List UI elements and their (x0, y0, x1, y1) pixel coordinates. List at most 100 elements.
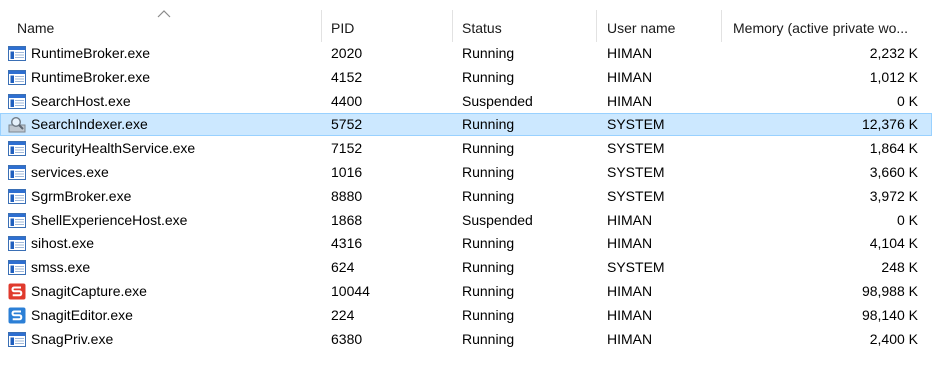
process-pid: 6380 (331, 330, 363, 347)
process-memory: 0 K (896, 211, 918, 228)
column-header-user-name[interactable]: User name (607, 18, 717, 38)
table-row[interactable]: RuntimeBroker.exe 2020 Running HIMAN 2,232 K (0, 42, 932, 65)
app-window-icon (8, 45, 26, 62)
app-window-icon (8, 69, 26, 86)
table-row[interactable]: ShellExperienceHost.exe 1868 Suspended HIMA… (0, 209, 932, 232)
process-status: Running (462, 68, 515, 85)
app-window-icon (8, 259, 26, 276)
process-memory: 98,140 K (861, 306, 918, 323)
process-pid: 10044 (331, 283, 370, 299)
process-memory: 248 K (881, 259, 918, 276)
process-user-name: HIMAN (607, 68, 653, 85)
process-status: Suspended (462, 211, 533, 228)
process-name: ShellExperienceHost.exe (31, 211, 188, 228)
process-status: Running (462, 306, 515, 323)
process-name: SnagitEditor.exe (31, 306, 133, 323)
column-resize-handle-name[interactable] (321, 10, 322, 42)
process-pid: 224 (331, 306, 355, 323)
column-header-name[interactable]: Name (17, 18, 317, 38)
table-row[interactable]: SearchHost.exe 4400 Suspended HIMAN 0 K (0, 90, 932, 113)
process-memory: 2,232 K (869, 45, 918, 61)
search-indexer-icon (8, 116, 26, 133)
process-name: sihost.exe (31, 235, 95, 252)
list-bottom-edge (0, 352, 932, 374)
process-user-name: SYSTEM (607, 140, 665, 157)
process-memory: 1,012 K (869, 68, 918, 85)
process-name: RuntimeBroker.exe (31, 45, 151, 61)
process-memory: 98,988 K (861, 283, 918, 299)
process-user-name: HIMAN (607, 235, 653, 252)
process-status: Running (462, 45, 515, 61)
process-pid: 7152 (331, 140, 363, 157)
column-resize-handle-pid[interactable] (452, 10, 453, 42)
table-row[interactable]: SnagPriv.exe 6380 Running HIMAN 2,400 K (0, 328, 932, 351)
snagit-capture-icon (8, 283, 26, 300)
process-name: services.exe (31, 164, 109, 180)
snagit-editor-icon (8, 307, 26, 324)
app-window-icon (8, 93, 26, 110)
process-memory: 3,972 K (869, 187, 918, 204)
process-pid: 5752 (331, 116, 363, 133)
process-name: RuntimeBroker.exe (31, 68, 151, 85)
table-row[interactable]: smss.exe 624 Running SYSTEM 248 K (0, 256, 932, 279)
process-pid: 2020 (331, 45, 363, 61)
app-window-icon (8, 188, 26, 205)
process-name: SecurityHealthService.exe (31, 140, 196, 157)
app-window-icon (8, 140, 26, 157)
process-user-name: SYSTEM (607, 259, 665, 276)
process-pid: 4316 (331, 235, 363, 252)
process-pid: 4400 (331, 92, 363, 109)
table-row[interactable]: SgrmBroker.exe 8880 Running SYSTEM 3,972 K (0, 185, 932, 208)
process-memory: 12,376 K (861, 116, 918, 133)
process-name: SearchHost.exe (31, 92, 131, 109)
process-status: Suspended (462, 92, 533, 109)
process-memory: 1,864 K (869, 140, 918, 157)
process-user-name: SYSTEM (607, 187, 665, 204)
process-status: Running (462, 330, 515, 347)
process-user-name: HIMAN (607, 283, 653, 299)
process-status: Running (462, 140, 515, 157)
column-header-pid[interactable]: PID (331, 18, 451, 38)
column-header-status[interactable]: Status (462, 18, 592, 38)
process-name: SgrmBroker.exe (31, 187, 132, 204)
process-user-name: SYSTEM (607, 116, 665, 133)
table-row[interactable]: SnagitCapture.exe 10044 Running HIMAN 98,988… (0, 280, 932, 303)
process-user-name: HIMAN (607, 211, 653, 228)
column-resize-handle-user-name[interactable] (721, 10, 722, 42)
process-memory: 4,104 K (869, 235, 918, 252)
process-pid: 1016 (331, 164, 363, 180)
table-row[interactable]: RuntimeBroker.exe 4152 Running HIMAN 1,012 K (0, 66, 932, 89)
process-name: SearchIndexer.exe (31, 116, 148, 133)
process-user-name: HIMAN (607, 45, 653, 61)
process-pid: 1868 (331, 211, 363, 228)
process-memory: 2,400 K (869, 330, 918, 347)
process-user-name: HIMAN (607, 92, 653, 109)
sort-up-chevron-icon[interactable] (157, 10, 171, 18)
process-details-table: Name PID Status User name Memory (active… (0, 0, 932, 374)
process-status: Running (462, 283, 515, 299)
process-status: Running (462, 116, 515, 133)
process-memory: 0 K (896, 92, 918, 109)
process-name: SnagitCapture.exe (31, 283, 147, 299)
process-status: Running (462, 187, 515, 204)
column-header-row: Name PID Status User name Memory (active… (0, 10, 932, 42)
app-window-icon (8, 331, 26, 348)
process-user-name: HIMAN (607, 306, 653, 323)
app-window-icon (8, 212, 26, 229)
process-pid: 8880 (331, 187, 363, 204)
app-window-icon (8, 164, 26, 181)
column-header-memory[interactable]: Memory (active private wo... (733, 18, 931, 38)
process-name: SnagPriv.exe (31, 330, 114, 347)
column-resize-handle-status[interactable] (596, 10, 597, 42)
table-row[interactable]: sihost.exe 4316 Running HIMAN 4,104 K (0, 232, 932, 255)
process-pid: 4152 (331, 68, 363, 85)
table-row[interactable]: services.exe 1016 Running SYSTEM 3,660 K (0, 161, 932, 184)
process-status: Running (462, 164, 515, 180)
table-row[interactable]: SnagitEditor.exe 224 Running HIMAN 98,140 K (0, 304, 932, 327)
process-status: Running (462, 235, 515, 252)
process-name: smss.exe (31, 259, 91, 276)
process-memory: 3,660 K (869, 164, 918, 180)
table-row[interactable]: SearchIndexer.exe 5752 Running SYSTEM 12,376… (0, 113, 932, 137)
process-user-name: SYSTEM (607, 164, 665, 180)
table-row[interactable]: SecurityHealthService.exe 7152 Running SYST… (0, 137, 932, 160)
